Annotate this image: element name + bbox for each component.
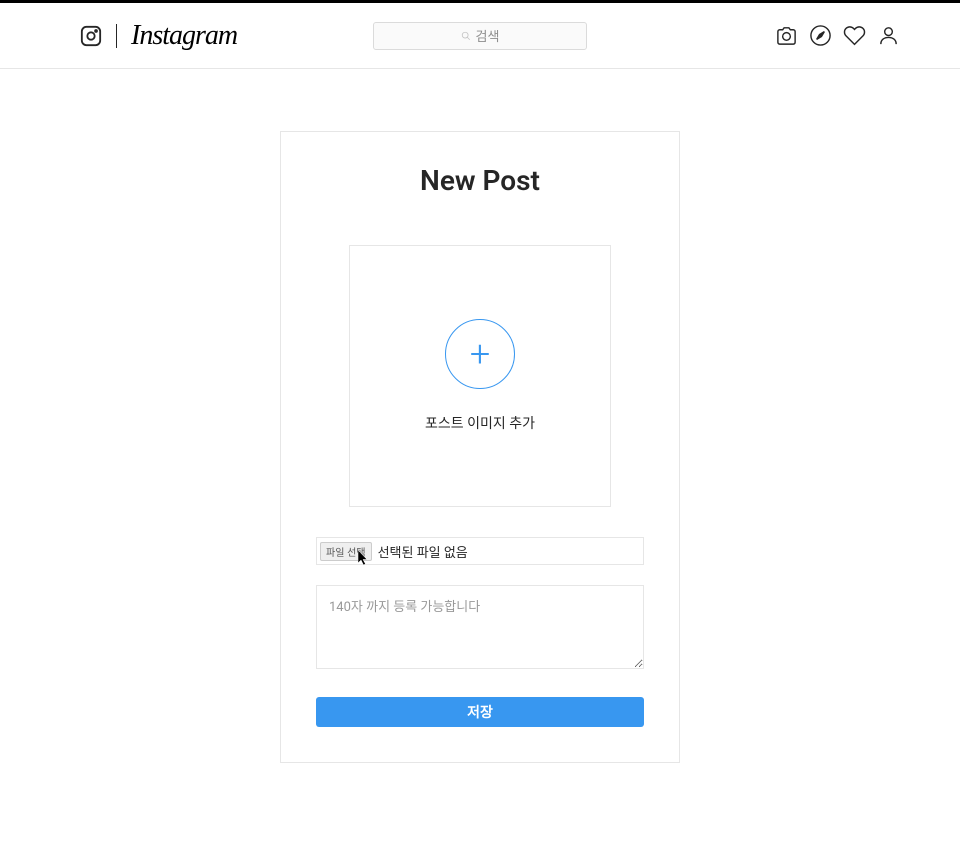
main-content: New Post + 포스트 이미지 추가 파일 선택 선택된 파일 없음 저장 <box>0 69 960 763</box>
save-button[interactable]: 저장 <box>316 697 644 727</box>
plus-icon: + <box>470 336 490 372</box>
card-title: New Post <box>316 164 644 197</box>
image-upload-area[interactable]: + 포스트 이미지 추가 <box>349 245 611 507</box>
file-status-text: 선택된 파일 없음 <box>378 542 468 561</box>
instagram-icon <box>80 25 102 47</box>
search-icon <box>461 31 471 41</box>
file-input-row[interactable]: 파일 선택 선택된 파일 없음 <box>316 537 644 565</box>
caption-input[interactable] <box>316 585 644 669</box>
heart-icon[interactable] <box>843 24 866 47</box>
search-input[interactable]: 검색 <box>373 22 587 50</box>
instagram-wordmark: Instagram <box>131 20 237 52</box>
logo-section[interactable]: Instagram <box>80 20 237 52</box>
nav-icons <box>775 24 900 47</box>
file-select-button[interactable]: 파일 선택 <box>320 542 372 561</box>
plus-circle-icon: + <box>445 319 515 389</box>
new-post-card: New Post + 포스트 이미지 추가 파일 선택 선택된 파일 없음 저장 <box>280 131 680 763</box>
logo-divider <box>116 24 117 48</box>
search-placeholder: 검색 <box>476 26 500 45</box>
person-icon[interactable] <box>877 24 900 47</box>
upload-label: 포스트 이미지 추가 <box>425 413 535 433</box>
main-header: Instagram 검색 <box>0 3 960 69</box>
compass-icon[interactable] <box>809 24 832 47</box>
camera-icon[interactable] <box>775 24 798 47</box>
